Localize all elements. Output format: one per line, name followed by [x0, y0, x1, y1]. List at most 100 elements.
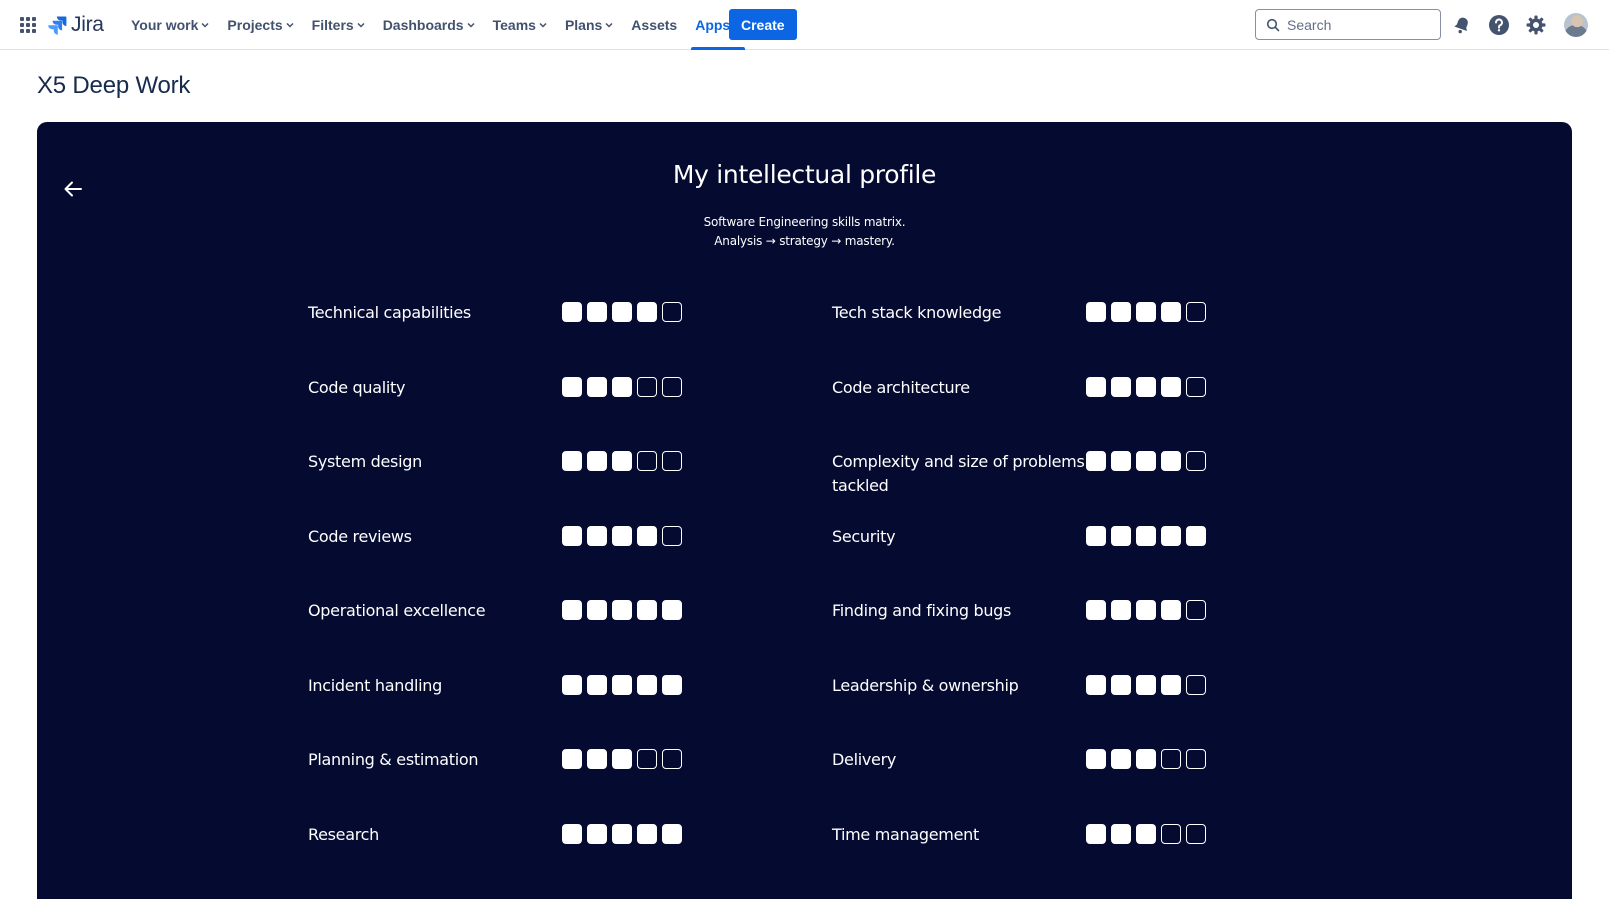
level-box-filled: [1136, 525, 1156, 546]
level-box-filled: [612, 525, 632, 546]
nav-plans[interactable]: Plans: [556, 0, 622, 50]
skill-name: Research: [308, 824, 379, 844]
skill-name: Code quality: [308, 377, 406, 397]
level-box-filled: [587, 749, 607, 769]
level-box-empty: [1161, 823, 1181, 844]
skill-row: Tech stack knowledge: [832, 297, 1228, 372]
level-box-filled: [1136, 600, 1156, 620]
skill-row: Code reviews: [308, 521, 832, 596]
nav-teams[interactable]: Teams: [484, 0, 556, 50]
level-box-filled: [562, 451, 582, 471]
level-box-filled: [612, 302, 632, 322]
product-name: Jira: [71, 13, 104, 36]
level-box-filled: [1161, 451, 1181, 471]
skill-level-indicator: [1086, 670, 1206, 695]
level-box-empty: [637, 376, 657, 397]
skill-level-indicator: [562, 819, 682, 844]
skill-name: Delivery: [832, 750, 897, 769]
skill-level-indicator: [562, 744, 682, 769]
nav-filters[interactable]: Filters: [303, 0, 374, 50]
skill-name: Tech stack knowledge: [832, 303, 1002, 322]
level-box-filled: [1086, 451, 1106, 471]
avatar[interactable]: [1564, 13, 1588, 37]
level-box-filled: [612, 749, 632, 769]
nav-label: Projects: [227, 17, 283, 33]
level-box-empty: [1186, 823, 1206, 844]
skill-level-indicator: [1086, 446, 1206, 471]
create-button[interactable]: Create: [729, 9, 797, 40]
skill-level-indicator: [562, 372, 682, 397]
top-navigation: Jira Your work Projects Filters Dashboar…: [0, 0, 1609, 50]
level-box-filled: [562, 823, 582, 844]
level-box-empty: [1186, 600, 1206, 620]
skill-level-indicator: [1086, 297, 1206, 322]
level-box-empty: [1186, 302, 1206, 322]
level-box-filled: [562, 674, 582, 695]
skill-row: Code quality: [308, 372, 832, 447]
level-box-filled: [1136, 376, 1156, 397]
level-box-filled: [1086, 302, 1106, 322]
skill-name: Finding and fixing bugs: [832, 601, 1012, 620]
level-box-empty: [662, 525, 682, 546]
level-box-filled: [662, 674, 682, 695]
nav-label: Filters: [311, 17, 354, 33]
level-box-empty: [1161, 749, 1181, 769]
skill-row: Planning & estimation: [308, 744, 832, 819]
level-box-filled: [1111, 451, 1131, 471]
subtitle-line: Software Engineering skills matrix.: [703, 215, 906, 229]
level-box-filled: [587, 600, 607, 620]
page-title: X5 Deep Work: [37, 72, 191, 99]
notifications-icon[interactable]: [1450, 13, 1474, 37]
skills-matrix: Technical capabilities Tech stack knowled…: [308, 297, 1228, 893]
chevron-down-icon: [286, 22, 294, 28]
level-box-filled: [1136, 674, 1156, 695]
search-box[interactable]: [1255, 9, 1441, 40]
level-box-filled: [562, 749, 582, 769]
level-box-filled: [587, 302, 607, 322]
search-input[interactable]: [1287, 16, 1427, 33]
level-box-filled: [1161, 674, 1181, 695]
level-box-filled: [1086, 823, 1106, 844]
level-box-empty: [662, 376, 682, 397]
skill-row: Finding and fixing bugs: [832, 595, 1228, 670]
level-box-filled: [562, 376, 582, 397]
chevron-down-icon: [467, 22, 475, 28]
jira-logo-icon: [48, 16, 67, 35]
skill-name: Leadership & ownership: [832, 675, 1019, 695]
skill-row: Complexity and size of problems tackled: [832, 446, 1228, 521]
level-box-filled: [587, 823, 607, 844]
subtitle-line: Analysis → strategy → mastery.: [714, 234, 895, 248]
nav-label: Apps: [695, 17, 731, 33]
nav-dashboards[interactable]: Dashboards: [374, 0, 484, 50]
level-box-filled: [612, 451, 632, 471]
help-icon[interactable]: [1487, 13, 1511, 37]
nav-assets[interactable]: Assets: [622, 0, 686, 50]
level-box-empty: [637, 451, 657, 471]
level-box-filled: [1111, 674, 1131, 695]
skill-name: Technical capabilities: [308, 303, 471, 322]
skill-name: Time management: [832, 824, 979, 844]
level-box-filled: [587, 674, 607, 695]
skill-name: Incident handling: [308, 675, 442, 695]
skill-name: Security: [832, 526, 896, 546]
app-switcher-icon[interactable]: [18, 15, 38, 35]
level-box-filled: [1086, 525, 1106, 546]
level-box-filled: [562, 600, 582, 620]
chevron-down-icon: [605, 22, 613, 28]
level-box-filled: [612, 600, 632, 620]
settings-icon[interactable]: [1524, 13, 1548, 37]
level-box-empty: [662, 749, 682, 769]
skill-level-indicator: [1086, 372, 1206, 397]
level-box-filled: [1086, 600, 1106, 620]
level-box-filled: [1111, 302, 1131, 322]
level-box-empty: [1186, 674, 1206, 695]
skill-level-indicator: [1086, 744, 1206, 769]
nav-projects[interactable]: Projects: [218, 0, 302, 50]
jira-logo[interactable]: Jira: [47, 13, 104, 37]
level-box-empty: [637, 749, 657, 769]
skill-level-indicator: [1086, 595, 1206, 620]
level-box-filled: [1161, 525, 1181, 546]
nav-your-work[interactable]: Your work: [122, 0, 218, 50]
level-box-filled: [1111, 823, 1131, 844]
skill-name: Code reviews: [308, 526, 412, 546]
